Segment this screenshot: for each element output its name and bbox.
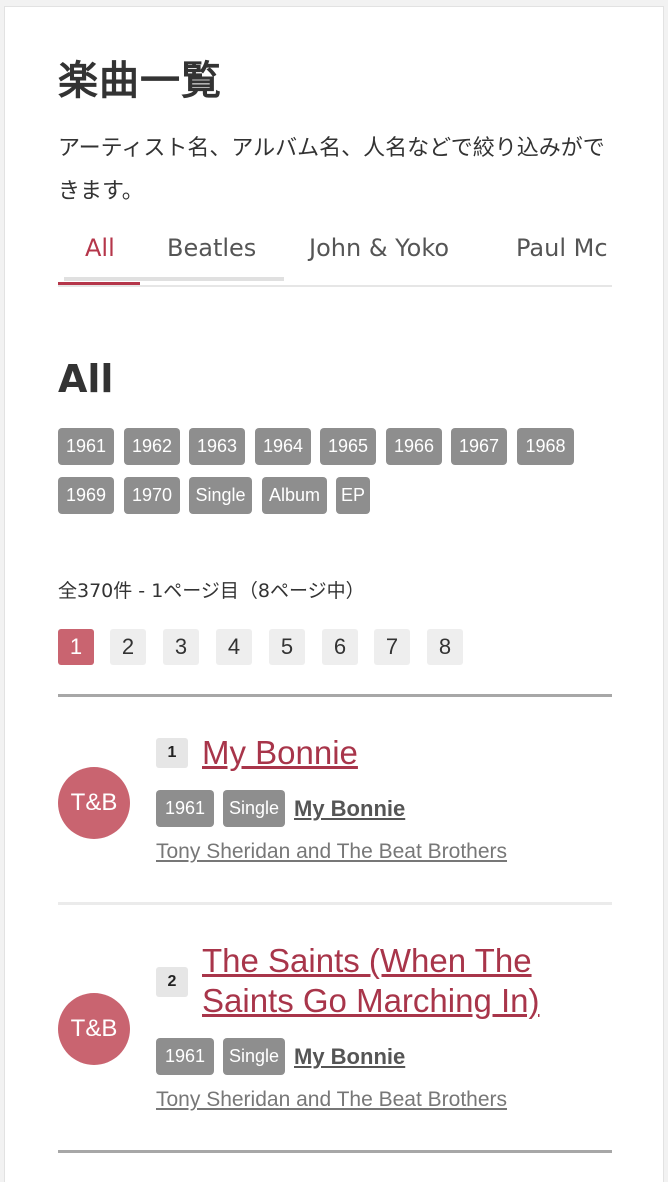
artist-link[interactable]: Tony Sheridan and The Beat Brothers [156, 1085, 507, 1115]
filter-tag-1966[interactable]: 1966 [386, 428, 442, 465]
page-button-8[interactable]: 8 [427, 629, 463, 665]
page-button-2[interactable]: 2 [110, 629, 146, 665]
filter-tag-1963[interactable]: 1963 [189, 428, 245, 465]
filter-tag-1970[interactable]: 1970 [124, 477, 180, 514]
page-button-4[interactable]: 4 [216, 629, 252, 665]
album-link[interactable]: My Bonnie [294, 790, 405, 827]
tab-active-indicator [58, 282, 140, 285]
page-button-1[interactable]: 1 [58, 629, 94, 665]
format-tag[interactable]: Single [223, 1038, 285, 1075]
filter-tag-1967[interactable]: 1967 [451, 428, 507, 465]
result-summary: 全370件 - 1ページ目（8ページ中） [58, 580, 365, 602]
page-button-3[interactable]: 3 [163, 629, 199, 665]
song-title-link[interactable]: My Bonnie [202, 733, 612, 773]
artist-link[interactable]: Tony Sheridan and The Beat Brothers [156, 837, 507, 867]
page-title: 楽曲一覧 [58, 58, 222, 104]
filter-tag-single[interactable]: Single [189, 477, 252, 514]
tab-beatles[interactable]: Beatles [167, 229, 256, 282]
filter-tag-1965[interactable]: 1965 [320, 428, 376, 465]
song-number-badge: 1 [156, 738, 188, 768]
tab-all[interactable]: All [85, 229, 115, 282]
page-button-6[interactable]: 6 [322, 629, 358, 665]
page-description: アーティスト名、アルバム名、人名などで絞り込みができます。 [58, 136, 605, 204]
year-tag[interactable]: 1961 [156, 1038, 214, 1075]
list-bottom-divider [58, 1150, 612, 1153]
tab-paul-mccartney[interactable]: Paul Mc [516, 229, 608, 282]
album-link[interactable]: My Bonnie [294, 1038, 405, 1075]
filter-tag-1968[interactable]: 1968 [517, 428, 574, 465]
tab-group-underline [64, 277, 284, 281]
filter-tag-1969[interactable]: 1969 [58, 477, 114, 514]
artist-tabs: All Beatles John & Yoko Paul Mc [58, 229, 612, 287]
song-list-item: T&B 2 The Saints (When The Saints Go Mar… [58, 905, 612, 1151]
filter-tag-1964[interactable]: 1964 [255, 428, 311, 465]
filter-tag-1962[interactable]: 1962 [124, 428, 180, 465]
song-list-item: T&B 1 My Bonnie 1961 Single My Bonnie To… [58, 697, 612, 903]
page-frame: 楽曲一覧 アーティスト名、アルバム名、人名などで絞り込みができます。 All B… [4, 6, 664, 1182]
page-button-5[interactable]: 5 [269, 629, 305, 665]
tab-john-yoko[interactable]: John & Yoko [309, 229, 449, 282]
page-button-7[interactable]: 7 [374, 629, 410, 665]
song-title-link[interactable]: The Saints (When The Saints Go Marching … [202, 941, 612, 1021]
artist-avatar: T&B [58, 767, 130, 839]
song-number-badge: 2 [156, 967, 188, 997]
format-tag[interactable]: Single [223, 790, 285, 827]
artist-avatar: T&B [58, 993, 130, 1065]
year-tag[interactable]: 1961 [156, 790, 214, 827]
filter-tag-album[interactable]: Album [262, 477, 327, 514]
section-title: All [58, 357, 114, 401]
filter-tag-ep[interactable]: EP [336, 477, 370, 514]
filter-tag-1961[interactable]: 1961 [58, 428, 114, 465]
